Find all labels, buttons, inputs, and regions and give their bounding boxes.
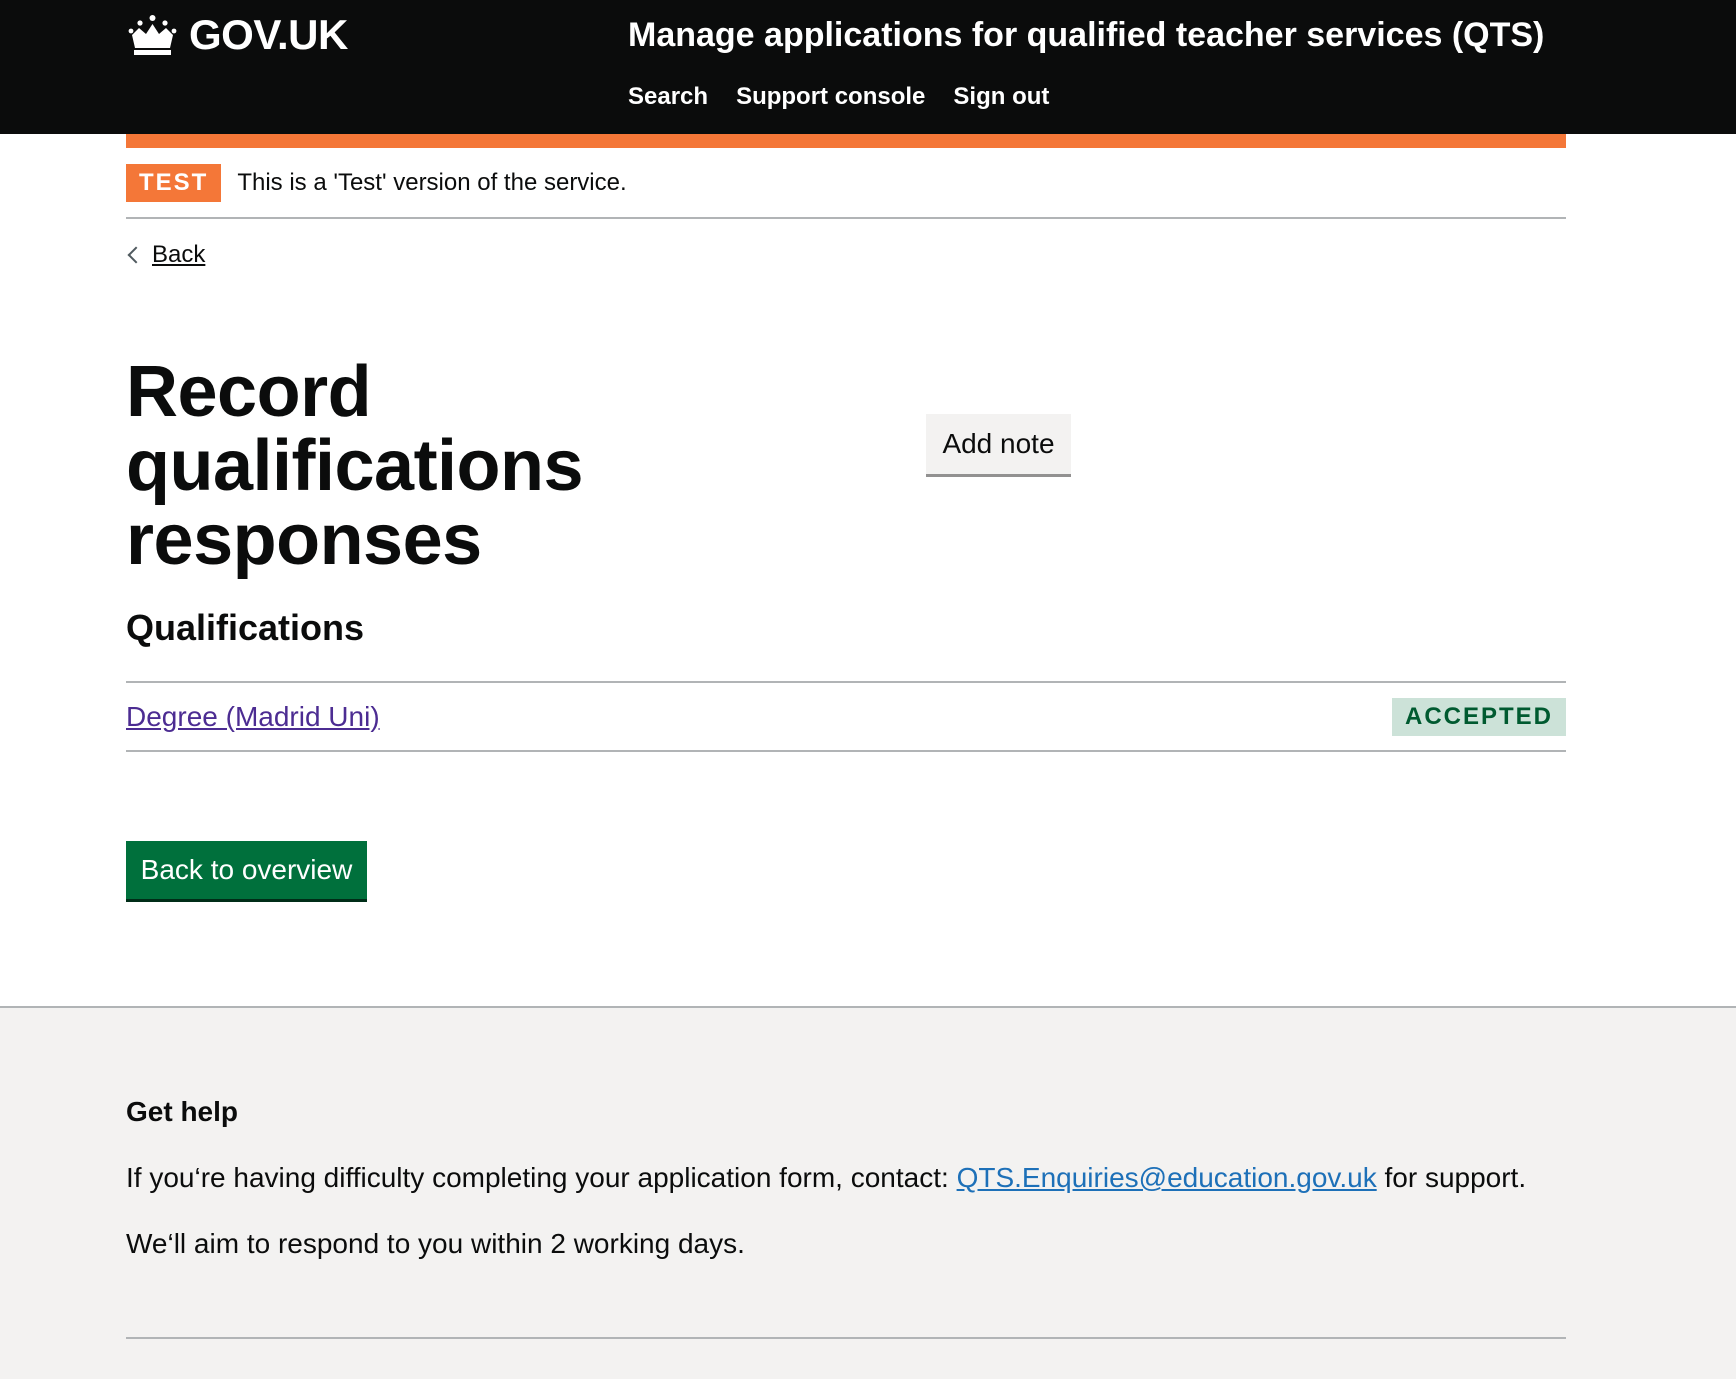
service-name[interactable]: Manage applications for qualified teache… bbox=[628, 14, 1544, 56]
phase-tag: TEST bbox=[126, 163, 222, 202]
qualifications-heading: Qualifications bbox=[126, 607, 365, 648]
nav-sign-out-link[interactable]: Sign out bbox=[953, 80, 1049, 114]
phase-banner-text: This is a 'Test' version of the service. bbox=[237, 168, 627, 196]
help-email-link[interactable]: QTS.Enquiries@education.gov.uk bbox=[957, 1162, 1377, 1193]
footer-help-text: If you‘re having difficulty completing y… bbox=[126, 1162, 1526, 1194]
page-title: Record qualifications responses bbox=[126, 352, 584, 580]
chevron-left-icon bbox=[127, 246, 145, 264]
nav-support-console-link[interactable]: Support console bbox=[736, 80, 925, 114]
add-note-button[interactable]: Add note bbox=[926, 414, 1071, 474]
logo-text: GOV.UK bbox=[189, 11, 348, 58]
header-navigation: Search Support console Sign out bbox=[628, 80, 1077, 114]
qualification-row: Degree (Madrid Uni) ACCEPTED bbox=[126, 681, 1566, 752]
phase-banner: TEST This is a 'Test' version of the ser… bbox=[126, 148, 1566, 219]
site-header: GOV.UK Manage applications for qualified… bbox=[0, 0, 1736, 134]
help-text-before: If you‘re having difficulty completing y… bbox=[126, 1162, 957, 1193]
phase-accent-bar bbox=[126, 134, 1566, 148]
site-footer: Get help If you‘re having difficulty com… bbox=[0, 1006, 1736, 1379]
help-text-after: for support. bbox=[1376, 1162, 1527, 1193]
back-link[interactable]: Back bbox=[126, 241, 205, 269]
crown-icon bbox=[128, 15, 177, 55]
footer-heading: Get help bbox=[126, 1096, 239, 1127]
footer-divider bbox=[126, 1337, 1566, 1339]
footer-respond-text: We‘ll aim to respond to you within 2 wor… bbox=[126, 1228, 745, 1259]
back-link-label: Back bbox=[152, 241, 206, 268]
govuk-logo-link[interactable]: GOV.UK bbox=[126, 12, 348, 58]
nav-search-link[interactable]: Search bbox=[628, 80, 708, 114]
back-to-overview-button[interactable]: Back to overview bbox=[126, 841, 367, 899]
status-badge: ACCEPTED bbox=[1391, 697, 1566, 736]
qualification-link[interactable]: Degree (Madrid Uni) bbox=[126, 701, 380, 733]
